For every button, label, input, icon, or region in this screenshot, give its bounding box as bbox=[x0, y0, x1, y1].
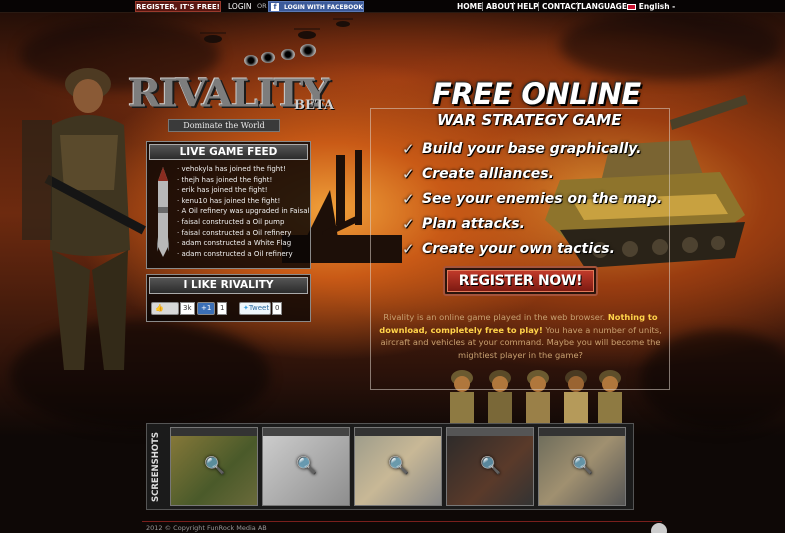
game-description: Rivality is an online game played in the… bbox=[378, 311, 663, 361]
screenshot-thumbnail[interactable]: 🔍 bbox=[446, 427, 534, 506]
checkmark-icon: ✓ bbox=[402, 240, 415, 258]
bullet-hole-icon bbox=[261, 52, 275, 63]
tweet-count: 0 bbox=[272, 302, 283, 315]
facebook-like-count: 3k bbox=[180, 302, 195, 315]
desc-text: Rivality is an online game played in the… bbox=[383, 312, 606, 322]
scroll-top-button[interactable] bbox=[651, 523, 667, 533]
magnifier-icon: 🔍 bbox=[572, 456, 594, 476]
copyright-text: 2012 © Copyright FunRock Media AB bbox=[146, 524, 267, 532]
feed-item: A Oil refinery was upgraded in Faisal bbox=[177, 206, 312, 217]
facebook-login-label: LOGIN WITH FACEBOOK bbox=[284, 4, 364, 11]
register-now-button[interactable]: REGISTER NOW! bbox=[443, 266, 598, 296]
language-label: LANGUAGE: bbox=[581, 2, 630, 11]
subheadline: WAR STRATEGY GAME bbox=[437, 111, 622, 129]
register-free-button[interactable]: REGISTER, IT'S FREE! bbox=[135, 1, 221, 12]
login-link[interactable]: LOGIN bbox=[228, 1, 251, 12]
feed-item: adam constructed a White Flag bbox=[177, 238, 312, 249]
screenshot-thumbnail[interactable]: 🔍 bbox=[354, 427, 442, 506]
nav-divider bbox=[577, 2, 578, 11]
feature-item: ✓ See your enemies on the map. bbox=[402, 190, 663, 208]
magnifier-icon: 🔍 bbox=[296, 456, 318, 476]
thumbs-up-icon: 👍 bbox=[155, 304, 164, 312]
feed-title: LIVE GAME FEED bbox=[149, 144, 308, 160]
tweet-label: Tweet bbox=[248, 304, 270, 312]
screenshots-label: SCREENSHOTS bbox=[151, 432, 161, 503]
feed-item: faisal constructed a Oil refinery bbox=[177, 228, 312, 239]
feature-list: ✓ Build your base graphically. ✓ Create al… bbox=[402, 140, 663, 266]
feature-item: ✓ Create alliances. bbox=[402, 165, 554, 183]
screenshot-thumbnail[interactable]: 🔍 bbox=[170, 427, 258, 506]
plus-one-count: 1 bbox=[217, 302, 228, 315]
nav-about[interactable]: ABOUT bbox=[486, 1, 515, 12]
feed-list: vehokyla has joined the fight! thejh has… bbox=[177, 164, 312, 259]
tweet-button[interactable]: ✦Tweet bbox=[239, 302, 271, 315]
feed-item: adam constructed a Oil refinery bbox=[177, 249, 312, 260]
magnifier-icon: 🔍 bbox=[204, 456, 226, 476]
feed-item: kenu10 has joined the fight! bbox=[177, 196, 312, 207]
feed-item: vehokyla has joined the fight! bbox=[177, 164, 312, 175]
nav-help[interactable]: HELP bbox=[517, 1, 539, 12]
language-value: English - bbox=[638, 2, 676, 11]
facebook-icon: f bbox=[271, 3, 279, 11]
nav-divider bbox=[482, 2, 483, 11]
bullet-hole-icon bbox=[300, 44, 316, 57]
uk-flag-icon bbox=[627, 3, 636, 10]
missile-icon bbox=[157, 167, 169, 257]
language-selector[interactable]: English - bbox=[627, 1, 675, 12]
magnifier-icon: 🔍 bbox=[480, 456, 502, 476]
or-label: OR bbox=[257, 2, 267, 10]
feature-item: ✓ Build your base graphically. bbox=[402, 140, 642, 158]
logo-tagline: Dominate the World bbox=[168, 119, 280, 132]
like-title: I LIKE RIVALITY bbox=[149, 277, 308, 294]
register-now-label: REGISTER NOW! bbox=[447, 270, 594, 292]
footer-divider bbox=[142, 521, 662, 522]
magnifier-icon: 🔍 bbox=[388, 456, 410, 476]
feed-item: thejh has joined the fight! bbox=[177, 175, 312, 186]
screenshot-thumbnail[interactable]: 🔍 bbox=[538, 427, 626, 506]
bullet-hole-icon bbox=[281, 49, 295, 60]
feature-item: ✓ Create your own tactics. bbox=[402, 240, 615, 258]
checkmark-icon: ✓ bbox=[402, 165, 415, 183]
live-game-feed: LIVE GAME FEED vehokyla has joined the f… bbox=[146, 141, 311, 269]
facebook-login-button[interactable]: f LOGIN WITH FACEBOOK bbox=[268, 1, 364, 12]
nav-contact[interactable]: CONTACT bbox=[542, 1, 581, 12]
checkmark-icon: ✓ bbox=[402, 215, 415, 233]
feed-item: erik has joined the fight! bbox=[177, 185, 312, 196]
nav-divider bbox=[513, 2, 514, 11]
screenshot-thumbnail[interactable]: 🔍 bbox=[262, 427, 350, 506]
beta-badge: BETA bbox=[294, 98, 334, 113]
headline: FREE ONLINE bbox=[432, 77, 641, 111]
top-bar: REGISTER, IT'S FREE! LOGIN OR f LOGIN WI… bbox=[0, 0, 785, 13]
facebook-like-button[interactable]: 👍 bbox=[151, 302, 179, 315]
checkmark-icon: ✓ bbox=[402, 190, 415, 208]
google-plus-one-button[interactable]: +1 bbox=[197, 302, 216, 315]
feed-item: faisal constructed a Oil pump bbox=[177, 217, 312, 228]
feature-item: ✓ Plan attacks. bbox=[402, 215, 525, 233]
bullet-hole-icon bbox=[244, 55, 258, 66]
checkmark-icon: ✓ bbox=[402, 140, 415, 158]
nav-divider bbox=[538, 2, 539, 11]
nav-home[interactable]: HOME bbox=[457, 1, 482, 12]
social-like-box: I LIKE RIVALITY 👍 3k +1 1 ✦Tweet 0 bbox=[146, 274, 311, 322]
